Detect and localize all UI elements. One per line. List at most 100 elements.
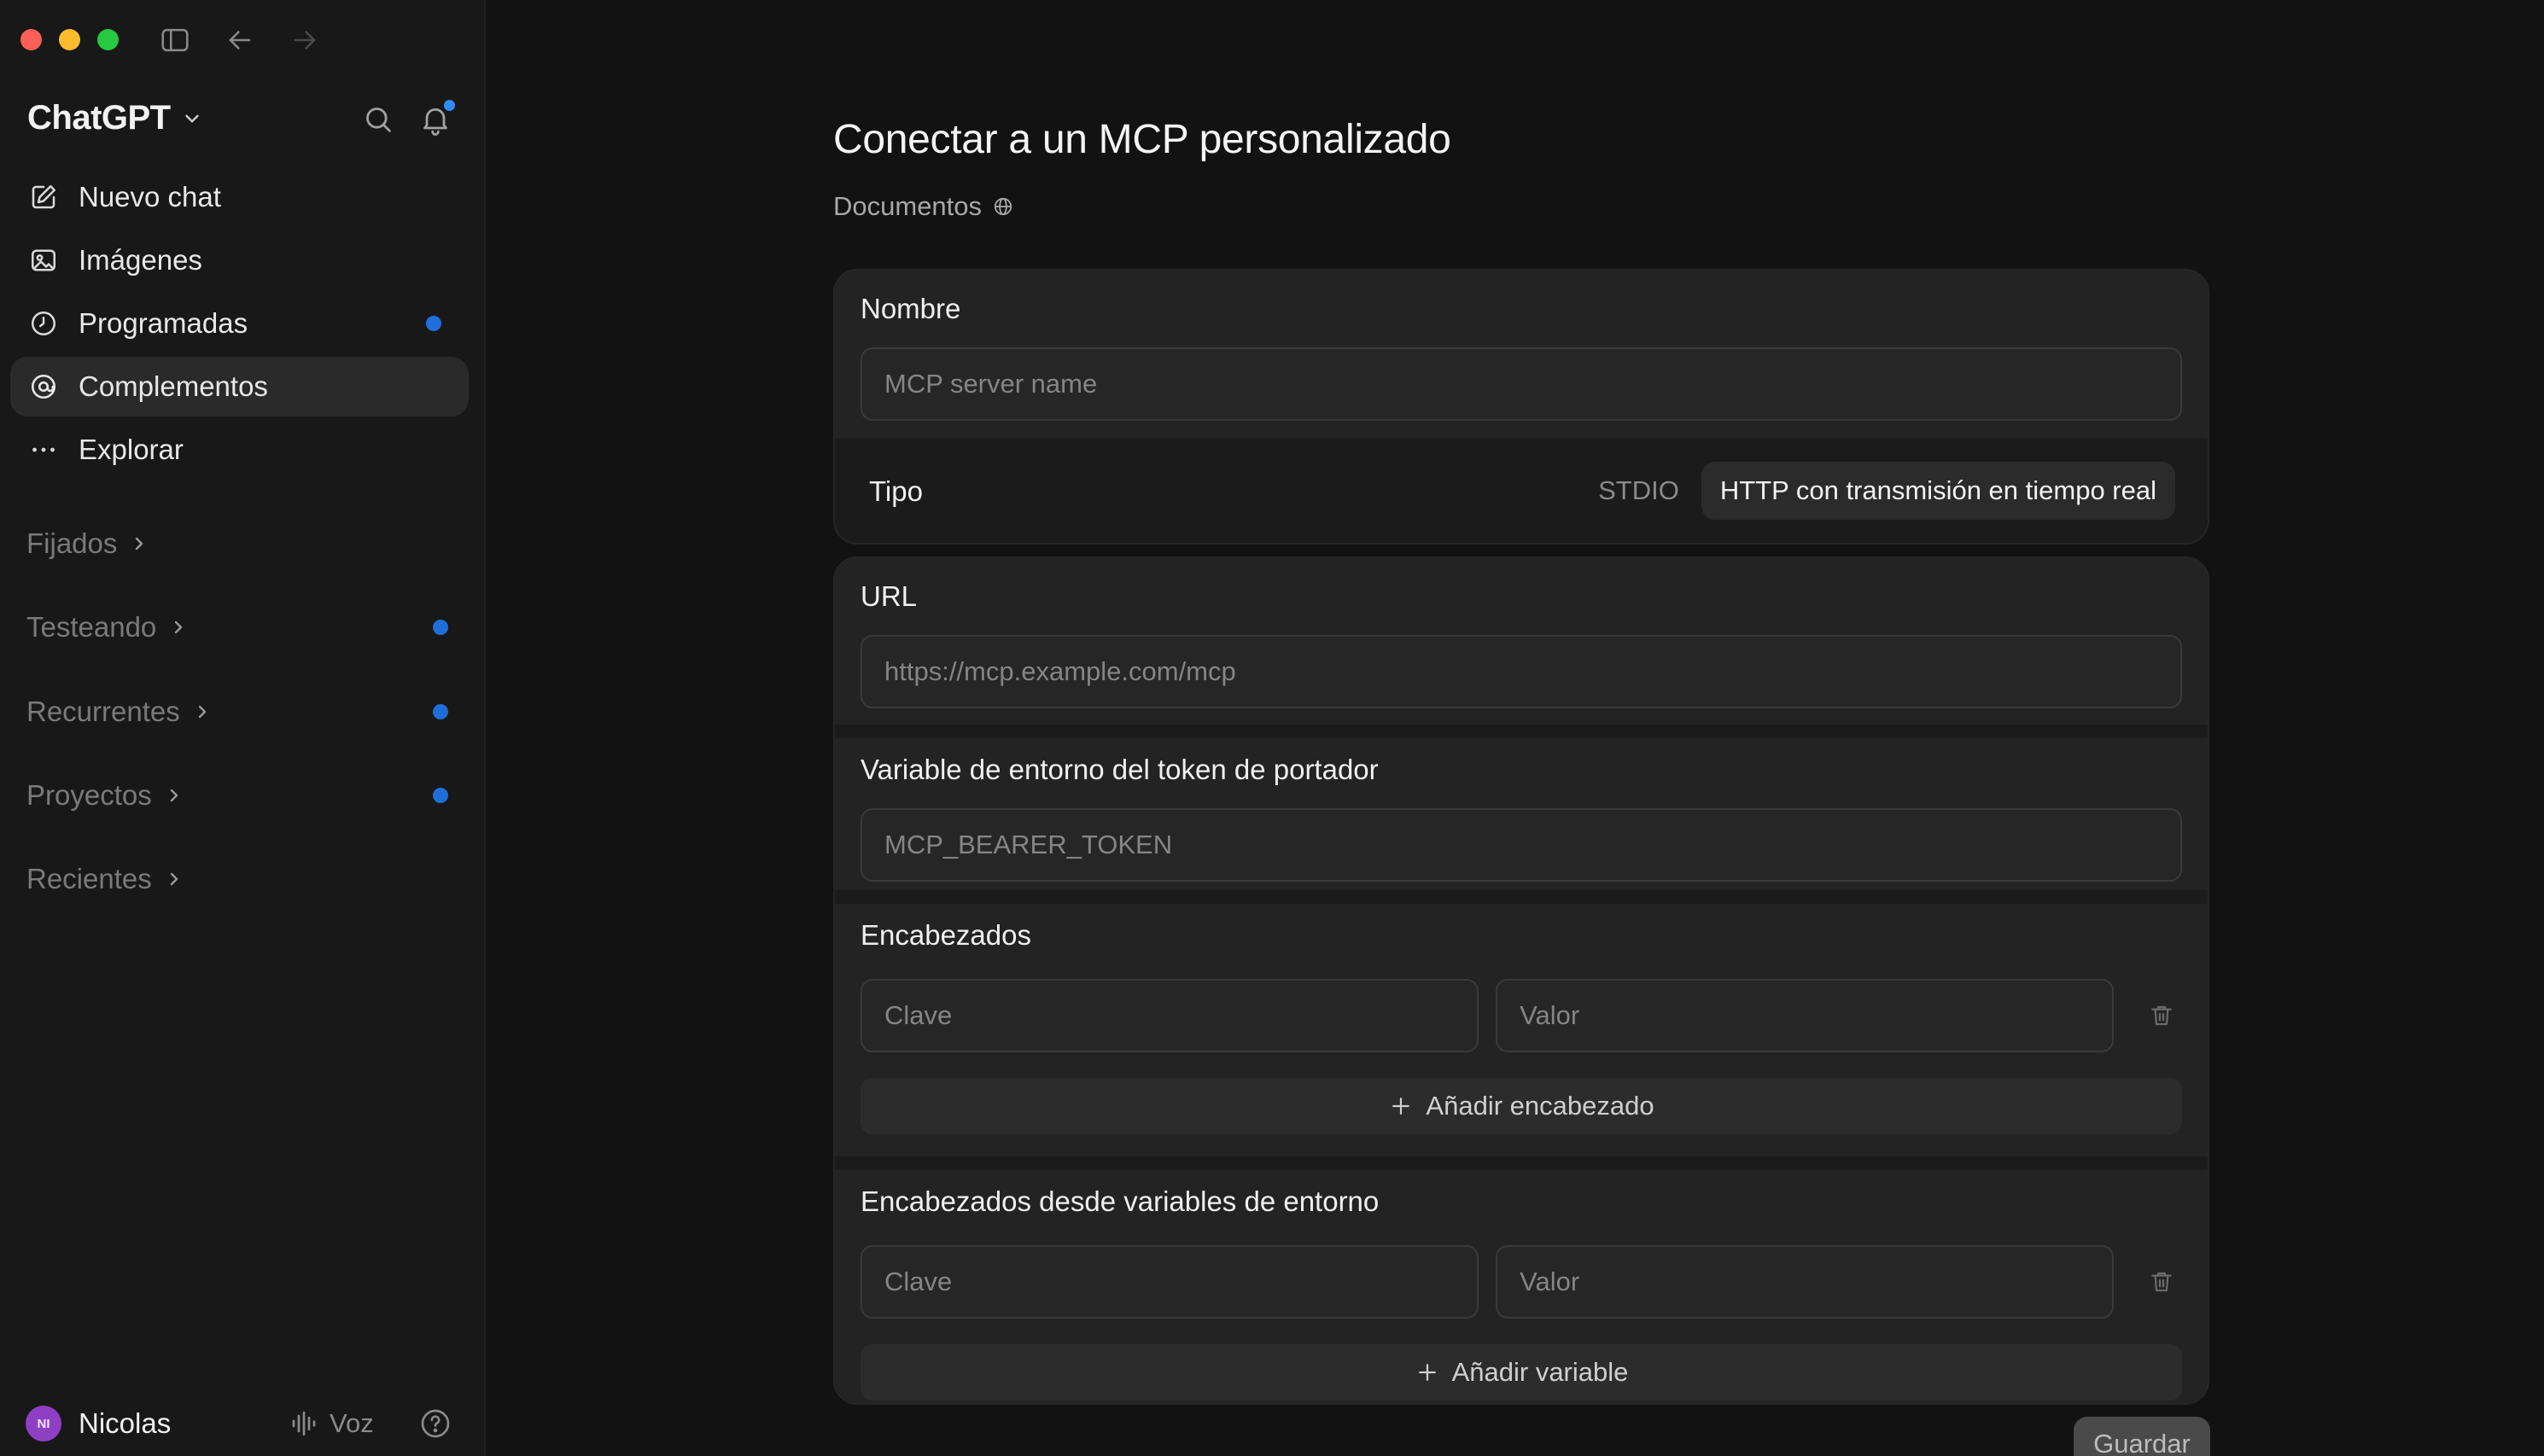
sidebar-item-label: Explorar [79,434,184,465]
edit-icon [27,181,60,213]
type-row: Tipo STDIO HTTP con transmisión en tiemp… [835,438,2208,543]
name-field-block: Nombre MCP server name [835,271,2208,438]
chevron-right-icon [175,620,183,634]
section-proyectos[interactable]: Proyectos [0,766,486,825]
type-label: Tipo [869,475,923,507]
divider [835,1156,2208,1170]
avatar[interactable]: NI [26,1406,61,1441]
url-label: URL [861,580,918,612]
close-window-button[interactable] [20,29,42,50]
server-card: Nombre MCP server name Tipo STDIO HTTP c… [833,269,2209,545]
user-name[interactable]: Nicolas [79,1407,171,1440]
sidebar-item-label: Imágenes [79,244,202,276]
divider [835,725,2208,738]
plus-icon [1392,1098,1410,1115]
unread-dot [433,620,448,635]
sidebar-item-label: Nuevo chat [79,181,221,213]
token-field-block: Variable de entorno del token de portado… [835,738,2208,890]
save-button[interactable]: Guardar [2074,1417,2210,1456]
header-key-input[interactable]: Clave [861,979,1479,1052]
type-option-http[interactable]: HTTP con transmisión en tiempo real [1701,462,2175,520]
chevron-right-icon [198,705,206,719]
header-value-input[interactable]: Valor [1496,979,2115,1052]
chevron-right-icon [136,537,143,550]
token-input[interactable]: MCP_BEARER_TOKEN [861,808,2182,882]
env-key-input[interactable]: Clave [861,1245,1479,1319]
header-row: Clave Valor [861,979,2182,1052]
env-header-row: Clave Valor [861,1245,2182,1319]
window-controls [20,29,119,50]
chevron-down-icon [184,114,199,122]
trash-icon[interactable] [2141,995,2182,1036]
divider [835,890,2208,904]
docs-link[interactable]: Documentos [833,191,1014,222]
image-icon [27,244,60,277]
section-label: Recientes [26,863,152,894]
url-field-block: URL https://mcp.example.com/mcp [835,558,2208,725]
plus-icon [1418,1364,1436,1381]
section-testeando[interactable]: Testeando [0,597,486,657]
voice-label: Voz [330,1408,374,1438]
clock-icon [27,307,60,340]
chevron-right-icon [170,789,178,802]
main-content: Conectar a un MCP personalizado Document… [487,0,2544,1456]
sidebar-item-explorar[interactable]: Explorar [10,420,469,480]
headers-label: Encabezados [861,919,1031,951]
sidebar-item-programadas[interactable]: Programadas [10,294,469,353]
minimize-window-button[interactable] [59,29,80,50]
forward-arrow-icon[interactable] [289,24,321,56]
notifications-bell-icon[interactable] [418,100,455,137]
chevron-right-icon [170,872,178,886]
sidebar-item-label: Complementos [79,370,268,402]
unread-dot [426,316,441,331]
sidebar-toggle-icon[interactable] [159,24,191,56]
sidebar: ChatGPT Nuevo chat Imágenes Programadas … [0,0,486,1456]
at-icon [27,370,60,403]
sidebar-item-nuevo-chat[interactable]: Nuevo chat [10,167,469,227]
section-label: Testeando [26,611,157,643]
section-fijados[interactable]: Fijados [0,514,486,574]
add-header-button[interactable]: Añadir encabezado [861,1078,2182,1134]
add-header-label: Añadir encabezado [1426,1091,1654,1121]
sidebar-item-imagenes[interactable]: Imágenes [10,230,469,290]
env-headers-block: Encabezados desde variables de entorno C… [835,1170,2208,1403]
section-label: Fijados [26,527,118,559]
page-title: Conectar a un MCP personalizado [833,117,1451,162]
maximize-window-button[interactable] [97,29,119,50]
headers-block: Encabezados Clave Valor Añadir encabezad… [835,904,2208,1156]
add-variable-label: Añadir variable [1451,1357,1629,1387]
app-window: ChatGPT Nuevo chat Imágenes Programadas … [0,0,2544,1456]
user-bar: NI Nicolas Voz [0,1391,486,1456]
back-arrow-icon[interactable] [224,24,256,56]
token-label: Variable de entorno del token de portado… [861,754,1379,785]
section-recurrentes[interactable]: Recurrentes [0,682,486,742]
trash-icon[interactable] [2141,1261,2182,1302]
voice-button[interactable]: Voz [289,1408,374,1439]
model-selector[interactable]: ChatGPT [27,99,203,137]
waveform-icon [292,1411,316,1436]
section-label: Proyectos [26,779,152,811]
type-segmented-control: STDIO HTTP con transmisión en tiempo rea… [1576,462,2175,520]
globe-icon [994,197,1012,216]
name-label: Nombre [861,293,961,324]
docs-label: Documentos [833,191,983,221]
sidebar-item-complementos[interactable]: Complementos [10,357,469,416]
section-recientes[interactable]: Recientes [0,849,486,909]
env-value-input[interactable]: Valor [1496,1245,2115,1319]
more-icon [27,434,60,466]
section-label: Recurrentes [26,696,180,727]
url-input[interactable]: https://mcp.example.com/mcp [861,635,2182,708]
sidebar-item-label: Programadas [79,307,248,339]
notification-dot [444,100,455,111]
brand-label: ChatGPT [27,99,171,137]
name-input[interactable]: MCP server name [861,347,2182,421]
type-option-stdio[interactable]: STDIO [1576,462,1701,520]
env-headers-label: Encabezados desde variables de entorno [861,1185,1380,1217]
search-icon[interactable] [361,102,395,137]
help-icon[interactable] [418,1406,452,1441]
unread-dot [433,704,448,719]
unread-dot [433,788,448,803]
connection-card: URL https://mcp.example.com/mcp Variable… [833,556,2209,1405]
add-variable-button[interactable]: Añadir variable [861,1344,2182,1401]
sidebar-nav: Nuevo chat Imágenes Programadas Compleme… [10,167,469,483]
